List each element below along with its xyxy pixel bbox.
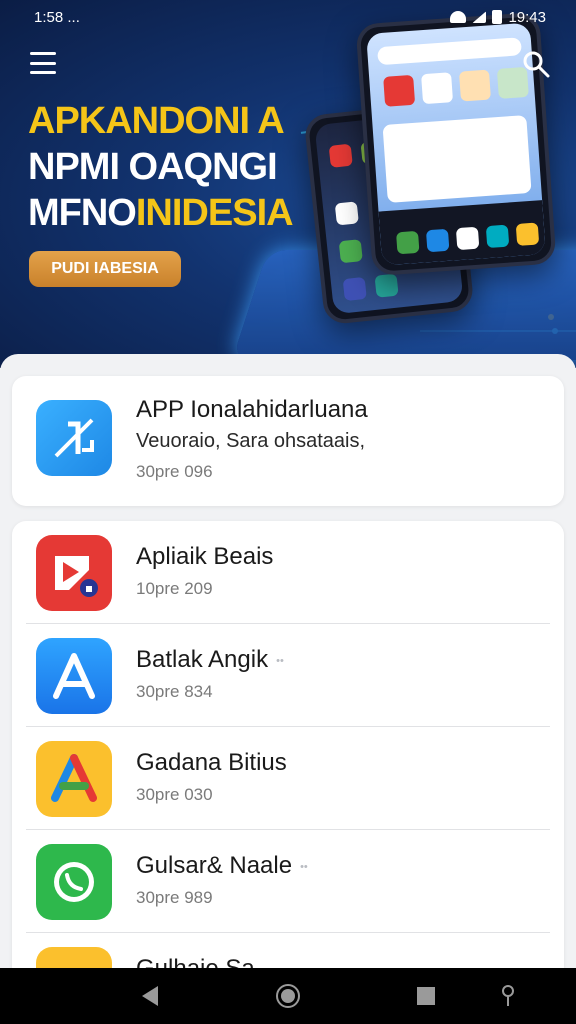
- recents-icon[interactable]: [412, 982, 440, 1010]
- back-icon[interactable]: [136, 982, 164, 1010]
- featured-app-subtitle: Veuoraio, Sara ohsataais,: [136, 430, 366, 452]
- drive-app-icon: [36, 741, 112, 817]
- home-icon[interactable]: [274, 982, 302, 1010]
- app-name: Apliaik Beais: [136, 543, 274, 570]
- featured-app-card[interactable]: APP Ionalahidarluana Veuoraio, Sara ohsa…: [12, 376, 564, 506]
- download-arrow-icon: [54, 418, 94, 458]
- menu-icon[interactable]: [30, 52, 56, 74]
- video-app-icon: [36, 535, 112, 611]
- app-meta: 10pre 209: [136, 579, 213, 598]
- signal-icon: [472, 11, 487, 23]
- hero-title-line3b: INIDESIA: [135, 192, 294, 234]
- app-name: Gadana Bitius: [136, 749, 287, 776]
- status-left-text: 1:58 ...: [34, 8, 80, 26]
- hero-title-line1: APKANDONI A: [28, 100, 285, 142]
- app-meta: 30pre 030: [136, 785, 213, 804]
- assistant-icon[interactable]: [494, 982, 522, 1010]
- hero-title-line3a: MFNO: [28, 192, 137, 234]
- featured-app-name: APP Ionalahidarluana: [136, 396, 368, 423]
- featured-app-icon: [36, 400, 112, 476]
- search-icon[interactable]: [522, 50, 550, 78]
- hero-cta-button[interactable]: PUDI IABESIA: [29, 251, 181, 287]
- app-name: Gulsar& Naale ••: [136, 852, 308, 879]
- app-meta: 30pre 989: [136, 888, 213, 907]
- app-list-item[interactable]: Gulsar& Naale •• 30pre 989: [12, 830, 564, 933]
- app-tag: ••: [300, 860, 308, 873]
- app-list-item[interactable]: Apliaik Beais 10pre 209: [12, 521, 564, 624]
- app-name: Batlak Angik ••: [136, 646, 284, 673]
- battery-icon: [492, 10, 503, 24]
- hero-title-line2: NPMI OAQNGI: [28, 146, 278, 188]
- system-nav-bar: [0, 968, 576, 1024]
- app-meta: 30pre 834: [136, 682, 213, 701]
- status-bar: 1:58 ... 19:43: [0, 0, 576, 34]
- wifi-icon: [450, 11, 467, 23]
- app-list-card: Apliaik Beais 10pre 209 Batlak Angik •• 3…: [12, 521, 564, 981]
- app-list-item[interactable]: Gadana Bitius 30pre 030: [12, 727, 564, 830]
- status-time: 19:43: [508, 8, 546, 26]
- featured-app-meta: 30pre 096: [136, 462, 213, 481]
- app-list-item[interactable]: Batlak Angik •• 30pre 834: [12, 624, 564, 727]
- top-app-bar: [0, 44, 576, 84]
- hero-headline: APKANDONI A NPMI OAQNGI MFNOINIDESIA: [28, 98, 294, 236]
- app-tag: ••: [276, 654, 284, 667]
- chat-app-icon: [36, 844, 112, 920]
- app-store-icon: [36, 638, 112, 714]
- screen: 1:58 ... 19:43 APKANDONI A NPMI OAQNGI M…: [0, 0, 576, 1024]
